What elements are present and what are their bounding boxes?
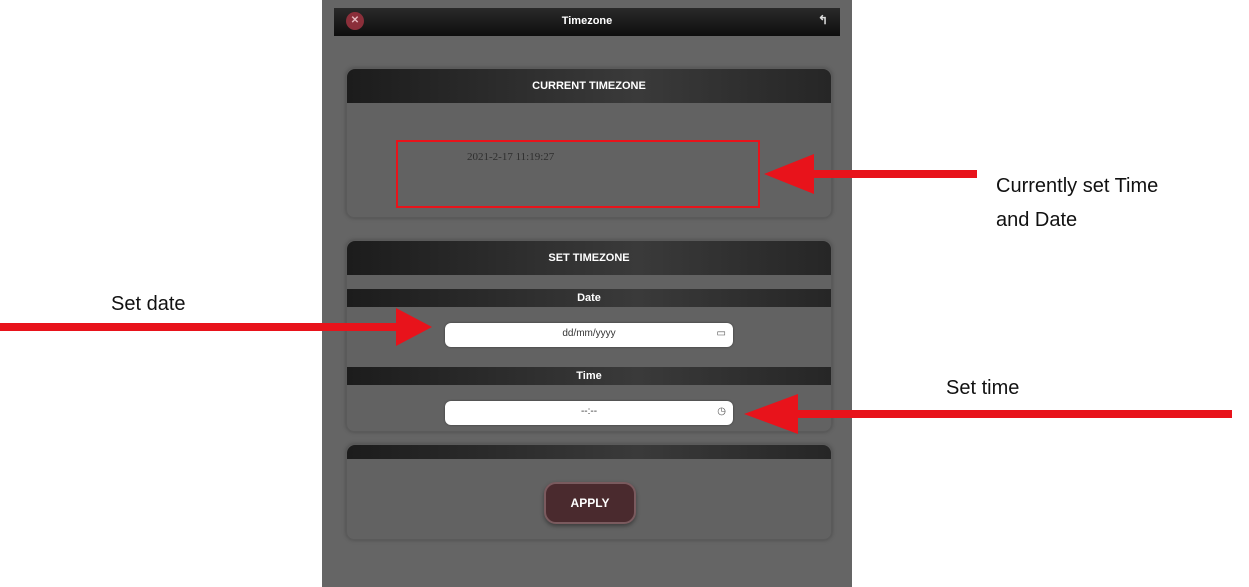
date-arrow-head	[396, 308, 432, 346]
current-arrow-shaft	[812, 170, 977, 178]
set-date-annotation: Set date	[111, 293, 186, 315]
current-arrow-head	[764, 154, 814, 194]
annotation-arrows	[0, 154, 1232, 434]
time-arrow-head	[744, 394, 798, 434]
current-annotation-line1: Currently set Time	[996, 175, 1159, 197]
set-time-annotation: Set time	[946, 377, 1020, 399]
date-arrow-shaft	[0, 323, 398, 331]
current-annotation-line2: and Date	[996, 209, 1078, 231]
time-arrow-shaft	[796, 410, 1232, 418]
